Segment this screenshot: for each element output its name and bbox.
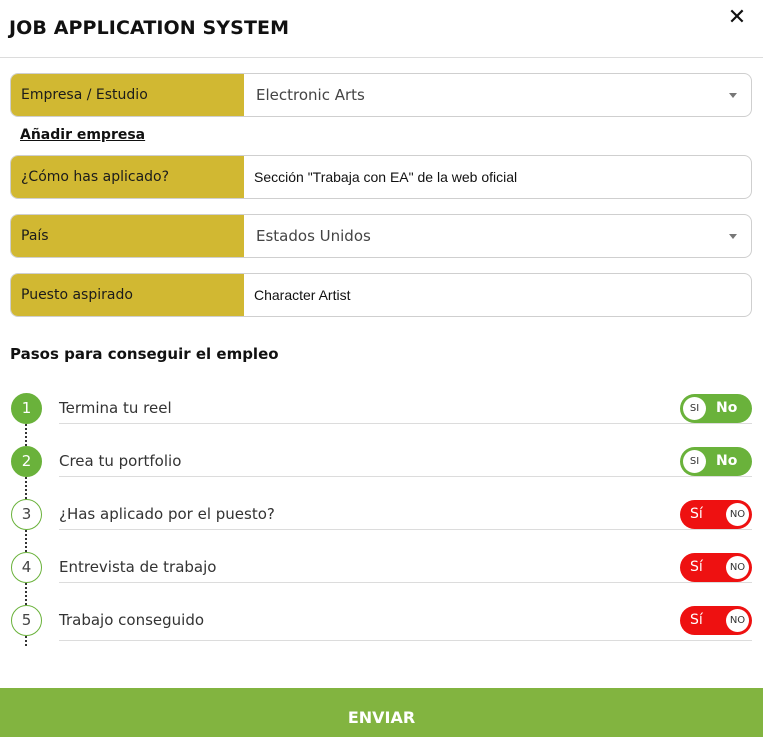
step-item: 3 ¿Has aplicado por el puesto? Sí NO bbox=[0, 499, 763, 552]
step-label: Entrevista de trabajo bbox=[59, 558, 217, 576]
divider bbox=[59, 640, 752, 641]
step-label: Trabajo conseguido bbox=[59, 611, 205, 629]
how-applied-field[interactable]: ¿Cómo has aplicado? Sección "Trabaja con… bbox=[10, 155, 752, 199]
position-field[interactable]: Puesto aspirado Character Artist bbox=[10, 273, 752, 317]
step-toggle[interactable]: Sí NO bbox=[680, 553, 752, 582]
chevron-down-icon[interactable] bbox=[729, 234, 737, 239]
toggle-label: Sí bbox=[690, 506, 703, 522]
step-toggle[interactable]: Sí NO bbox=[680, 606, 752, 635]
company-label: Empresa / Estudio bbox=[11, 74, 244, 116]
step-connector bbox=[25, 583, 27, 605]
divider bbox=[59, 529, 752, 530]
country-select[interactable]: País Estados Unidos bbox=[10, 214, 752, 258]
step-connector bbox=[25, 530, 27, 552]
step-number: 3 bbox=[11, 499, 42, 530]
how-applied-input[interactable]: Sección "Trabaja con EA" de la web ofici… bbox=[244, 156, 751, 198]
position-input[interactable]: Character Artist bbox=[244, 274, 751, 316]
step-label: Crea tu portfolio bbox=[59, 452, 182, 470]
step-connector bbox=[25, 636, 27, 646]
submit-button[interactable]: ENVIAR bbox=[0, 688, 763, 737]
step-toggle[interactable]: Sí NO bbox=[680, 500, 752, 529]
company-value[interactable]: Electronic Arts bbox=[244, 74, 751, 116]
toggle-label: No bbox=[716, 400, 738, 416]
step-item: 2 Crea tu portfolio SI No bbox=[0, 446, 763, 499]
step-item: 5 Trabajo conseguido Sí NO bbox=[0, 605, 763, 658]
toggle-knob[interactable]: SI bbox=[683, 450, 706, 473]
step-toggle[interactable]: SI No bbox=[680, 447, 752, 476]
toggle-label: No bbox=[716, 453, 738, 469]
country-label: País bbox=[11, 215, 244, 257]
toggle-label: Sí bbox=[690, 559, 703, 575]
toggle-knob[interactable]: SI bbox=[683, 397, 706, 420]
header: JOB APPLICATION SYSTEM ✕ bbox=[0, 0, 763, 58]
step-item: 4 Entrevista de trabajo Sí NO bbox=[0, 552, 763, 605]
add-company-link[interactable]: Añadir empresa bbox=[20, 127, 145, 143]
step-number: 5 bbox=[11, 605, 42, 636]
step-number: 2 bbox=[11, 446, 42, 477]
toggle-knob[interactable]: NO bbox=[726, 503, 749, 526]
divider bbox=[59, 423, 752, 424]
close-icon[interactable]: ✕ bbox=[725, 6, 749, 30]
divider bbox=[59, 582, 752, 583]
steps-heading: Pasos para conseguir el empleo bbox=[10, 345, 279, 363]
company-select[interactable]: Empresa / Estudio Electronic Arts bbox=[10, 73, 752, 117]
how-applied-label: ¿Cómo has aplicado? bbox=[11, 156, 244, 198]
step-connector bbox=[25, 424, 27, 446]
divider bbox=[59, 476, 752, 477]
position-label: Puesto aspirado bbox=[11, 274, 244, 316]
toggle-knob[interactable]: NO bbox=[726, 609, 749, 632]
step-toggle[interactable]: SI No bbox=[680, 394, 752, 423]
step-connector bbox=[25, 477, 27, 499]
step-item: 1 Termina tu reel SI No bbox=[0, 393, 763, 446]
chevron-down-icon[interactable] bbox=[729, 93, 737, 98]
step-number: 4 bbox=[11, 552, 42, 583]
page-title: JOB APPLICATION SYSTEM bbox=[9, 17, 290, 39]
toggle-label: Sí bbox=[690, 612, 703, 628]
step-number: 1 bbox=[11, 393, 42, 424]
step-label: Termina tu reel bbox=[59, 399, 172, 417]
country-value[interactable]: Estados Unidos bbox=[244, 215, 751, 257]
toggle-knob[interactable]: NO bbox=[726, 556, 749, 579]
step-label: ¿Has aplicado por el puesto? bbox=[59, 505, 275, 523]
